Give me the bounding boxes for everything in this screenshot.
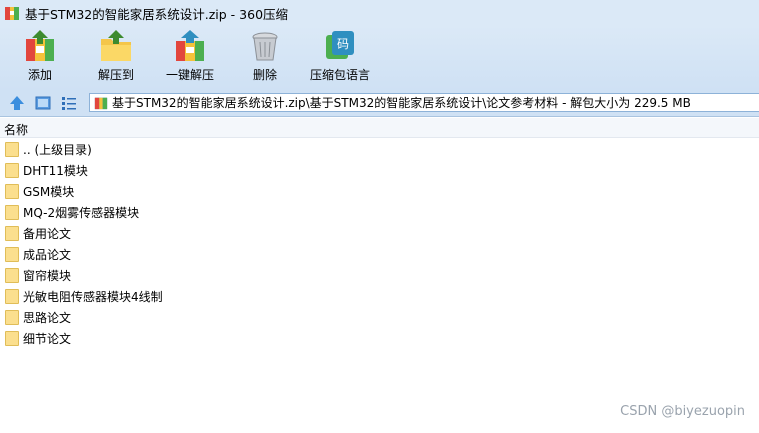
folder-extract-icon [101,30,131,61]
folder-icon [5,268,19,283]
list-item[interactable]: DHT11模块 [0,160,759,181]
list-item-label: MQ-2烟雾传感器模块 [23,206,140,220]
folder-icon [5,310,19,325]
list-item-label: 备用论文 [23,227,72,241]
list-item[interactable]: 细节论文 [0,328,759,349]
folder-icon [5,205,19,220]
toolbar: 添加 解压到 一键解压 删除 码 压缩包语言 [0,26,759,90]
list-item-label: 光敏电阻传感器模块4线制 [23,290,163,304]
list-header: 名称 [0,118,759,138]
folder-icon [5,247,19,262]
folder-icon [5,142,19,157]
delete-button-label: 删除 [252,68,277,82]
up-arrow-icon[interactable] [9,95,25,111]
list-item[interactable]: 思路论文 [0,307,759,328]
list-item[interactable]: 成品论文 [0,244,759,265]
folder-icon [5,331,19,346]
add-button-label: 添加 [27,68,52,82]
column-header-name[interactable]: 名称 [4,121,28,138]
list-item[interactable]: 备用论文 [0,223,759,244]
list-item-label: 细节论文 [23,332,72,346]
app-archive-icon [5,7,19,20]
extract-to-button-label: 解压到 [97,68,134,82]
list-item[interactable]: MQ-2烟雾传感器模块 [0,202,759,223]
folder-icon [5,163,19,178]
list-item-label: 思路论文 [23,311,72,325]
folder-icon [5,289,19,304]
folder-icon [5,226,19,241]
list-item-label: GSM模块 [23,185,75,199]
list-item[interactable]: 窗帘模块 [0,265,759,286]
trash-icon [252,32,278,61]
archive-language-icon: 码 [326,31,354,59]
list-item[interactable]: 光敏电阻传感器模块4线制 [0,286,759,307]
watermark: CSDN @biyezuopin [620,404,745,419]
list-item-label: 窗帘模块 [23,269,72,283]
archive-extract-icon [176,30,204,61]
list-item[interactable]: GSM模块 [0,181,759,202]
list-item-label: DHT11模块 [23,164,88,178]
thumbnail-view-icon[interactable] [35,95,51,111]
address-bar[interactable]: 基于STM32的智能家居系统设计.zip\基于STM32的智能家居系统设计\论文… [89,93,759,112]
list-item-label: .. (上级目录) [23,143,92,157]
one-click-extract-button-label: 一键解压 [165,68,214,82]
archive-language-button-label: 压缩包语言 [309,68,370,82]
parent-directory-row[interactable]: .. (上级目录) [0,139,759,160]
file-list: .. (上级目录) DHT11模块 GSM模块 MQ-2烟雾传感器模块 备用论文… [0,139,759,349]
delete-button[interactable]: 删除 [248,26,282,90]
folder-icon [5,184,19,199]
svg-text:码: 码 [337,37,349,51]
add-button[interactable]: 添加 [22,26,58,90]
archive-add-icon [26,30,54,61]
list-item-label: 成品论文 [23,248,72,262]
archive-icon [94,97,108,109]
title-bar: 基于STM32的智能家居系统设计.zip - 360压缩 [0,0,759,26]
window-title: 基于STM32的智能家居系统设计.zip - 360压缩 [25,6,289,22]
archive-language-button[interactable]: 码 压缩包语言 [308,26,372,90]
one-click-extract-button[interactable]: 一键解压 [164,26,216,90]
address-path: 基于STM32的智能家居系统设计.zip\基于STM32的智能家居系统设计\论文… [112,96,691,110]
extract-to-button[interactable]: 解压到 [96,26,136,90]
list-view-icon[interactable] [61,95,77,111]
address-row: 基于STM32的智能家居系统设计.zip\基于STM32的智能家居系统设计\论文… [0,90,759,117]
